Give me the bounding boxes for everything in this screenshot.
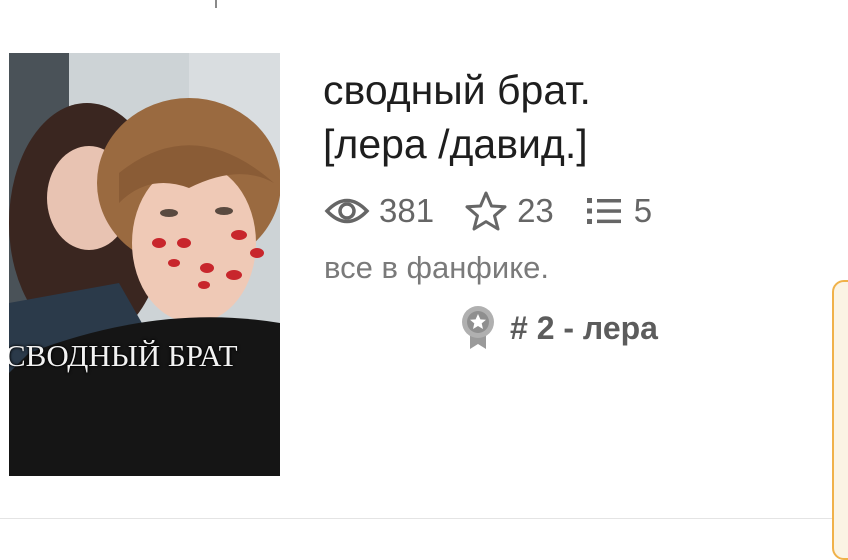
stat-parts: 5 xyxy=(586,192,653,230)
ranking-label: # 2 - лера xyxy=(510,309,658,346)
parts-count: 5 xyxy=(633,192,653,229)
cover-caption: СВОДНЫЙ БРАТ xyxy=(9,338,238,373)
story-stats: 381 23 5 xyxy=(324,190,652,232)
eye-icon xyxy=(324,198,370,224)
story-title[interactable]: сводный брат. [лера /давид.] xyxy=(323,63,763,171)
stat-views: 381 xyxy=(324,192,434,230)
card-divider xyxy=(0,518,832,519)
ranking-badge-icon xyxy=(462,306,494,349)
side-scroll-tab[interactable] xyxy=(832,280,848,560)
cover-photo xyxy=(9,53,280,476)
stat-votes: 23 xyxy=(464,190,554,232)
star-icon xyxy=(465,191,507,231)
story-ranking[interactable]: # 2 - лера xyxy=(460,305,658,351)
views-count: 381 xyxy=(379,192,435,229)
list-icon xyxy=(586,198,621,224)
story-card[interactable]: СВОДНЫЙ БРАТ сводный брат. [лера /давид.… xyxy=(0,0,848,520)
story-description: все в фанфике. xyxy=(324,250,550,285)
story-cover-image[interactable]: СВОДНЫЙ БРАТ xyxy=(9,53,280,476)
story-title-line-2: [лера /давид.] xyxy=(323,121,588,167)
votes-count: 23 xyxy=(517,192,554,229)
story-title-line-1: сводный брат. xyxy=(323,67,591,113)
